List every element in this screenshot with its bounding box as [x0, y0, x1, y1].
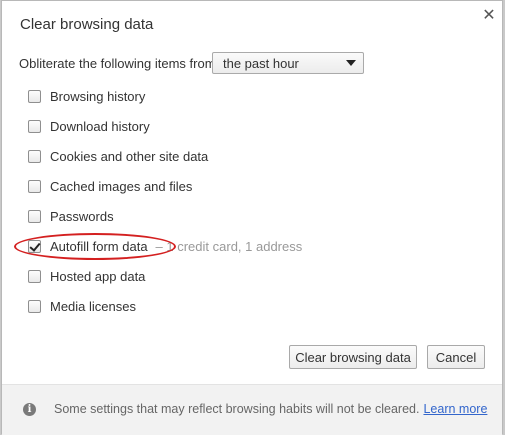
checkbox-browsing-history[interactable]	[28, 89, 41, 103]
option-label: Browsing history	[50, 88, 146, 104]
time-range-row: Obliterate the following items from:	[19, 52, 219, 74]
option-cookies[interactable]: Cookies and other site data	[28, 148, 208, 164]
option-autofill[interactable]: Autofill form data – 1 credit card, 1 ad…	[28, 238, 302, 254]
checkbox-passwords[interactable]	[28, 209, 41, 223]
close-icon[interactable]: ✕	[481, 8, 497, 24]
checkbox-cached-images[interactable]	[28, 179, 41, 193]
option-cached-images[interactable]: Cached images and files	[28, 178, 192, 194]
option-browsing-history[interactable]: Browsing history	[28, 88, 145, 104]
checkbox-autofill[interactable]	[28, 239, 41, 253]
info-icon: i	[23, 403, 36, 416]
dialog-footer: i Some settings that may reflect browsin…	[2, 384, 502, 435]
option-label: Hosted app data	[50, 268, 146, 284]
time-range-select[interactable]: the past hour	[212, 52, 364, 74]
option-hosted-app-data[interactable]: Hosted app data	[28, 268, 145, 284]
option-label: Media licenses	[50, 298, 136, 314]
option-label: Cookies and other site data	[50, 148, 209, 164]
option-label: Passwords	[50, 208, 114, 224]
option-label: Download history	[50, 118, 150, 134]
time-range-value: the past hour	[223, 55, 299, 71]
option-label: Autofill form data	[50, 238, 148, 254]
dropdown-arrow-icon	[346, 60, 356, 66]
checkbox-download-history[interactable]	[28, 119, 41, 133]
time-range-label: Obliterate the following items from:	[19, 55, 220, 71]
clear-browsing-data-button[interactable]: Clear browsing data	[289, 345, 417, 369]
clear-browsing-data-dialog: Clear browsing data ✕ Obliterate the fol…	[1, 0, 503, 435]
checkbox-media-licenses[interactable]	[28, 299, 41, 313]
learn-more-link[interactable]: Learn more	[423, 402, 487, 416]
option-download-history[interactable]: Download history	[28, 118, 150, 134]
autofill-detail: – 1 credit card, 1 address	[155, 238, 303, 254]
option-label: Cached images and files	[50, 178, 193, 194]
footer-note: Some settings that may reflect browsing …	[54, 402, 487, 416]
option-media-licenses[interactable]: Media licenses	[28, 298, 136, 314]
footer-text: Some settings that may reflect browsing …	[54, 402, 420, 416]
option-passwords[interactable]: Passwords	[28, 208, 114, 224]
checkbox-hosted-app-data[interactable]	[28, 269, 41, 283]
cancel-button[interactable]: Cancel	[427, 345, 485, 369]
checkbox-cookies[interactable]	[28, 149, 41, 163]
dialog-title: Clear browsing data	[20, 16, 154, 33]
